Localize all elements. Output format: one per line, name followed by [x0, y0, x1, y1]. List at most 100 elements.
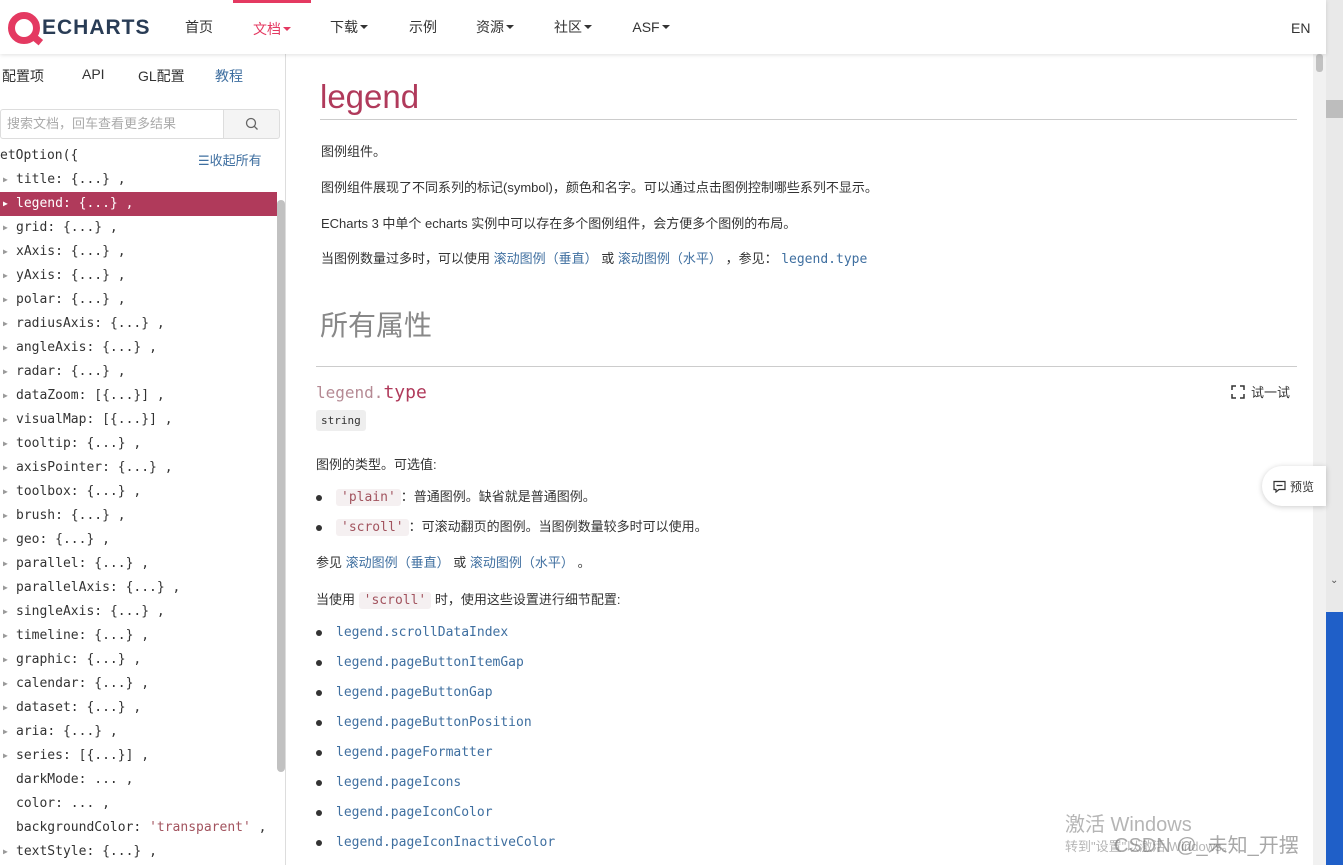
tree-item-toolbox[interactable]: ▶ toolbox: {...} , — [0, 480, 277, 504]
expand-arrow-icon[interactable]: ▶ — [3, 576, 8, 600]
expand-arrow-icon[interactable]: ▶ — [3, 672, 8, 696]
property-link[interactable]: legend.pageIconColor — [336, 805, 493, 820]
tree-item-calendar[interactable]: ▶ calendar: {...} , — [0, 672, 277, 696]
property-link[interactable]: legend.pageIcons — [336, 775, 461, 790]
tree-item-darkMode[interactable]: darkMode: ... , — [0, 768, 277, 792]
search-input[interactable]: 搜索文档，回车查看更多结果 — [0, 109, 224, 139]
scrollbar-thumb[interactable] — [1316, 54, 1323, 72]
expand-arrow-icon[interactable]: ▶ — [3, 192, 8, 216]
property-link[interactable]: legend.pageButtonItemGap — [336, 655, 524, 670]
expand-arrow-icon[interactable]: ▶ — [3, 312, 8, 336]
expand-arrow-icon[interactable]: ▶ — [3, 288, 8, 312]
tab-api[interactable]: API — [82, 66, 105, 82]
tab-gl-option[interactable]: GL配置 — [138, 66, 185, 86]
nav-docs[interactable]: 文档 — [233, 0, 311, 54]
option-sidebar: 配置项 API GL配置 教程 搜索文档，回车查看更多结果 ☰收起所有 etOp… — [0, 54, 286, 865]
expand-arrow-icon[interactable]: ▶ — [3, 480, 8, 504]
chevron-down-icon — [661, 25, 670, 29]
expand-arrow-icon[interactable]: ▶ — [3, 552, 8, 576]
tree-item-dataset[interactable]: ▶ dataset: {...} , — [0, 696, 277, 720]
property-link[interactable]: legend.scrollDataIndex — [336, 625, 508, 640]
preview-button[interactable]: 预览 — [1262, 466, 1326, 506]
expand-arrow-icon[interactable]: ▶ — [3, 744, 8, 768]
tree-item-aria[interactable]: ▶ aria: {...} , — [0, 720, 277, 744]
scroll-intro-pre: 当使用 — [316, 592, 356, 607]
tree-item-key: color — [16, 796, 56, 811]
tree-item-title[interactable]: ▶ title: {...} , — [0, 168, 277, 192]
tree-item-color[interactable]: color: ... , — [0, 792, 277, 816]
tree-item-tooltip[interactable]: ▶ tooltip: {...} , — [0, 432, 277, 456]
tree-item-axisPointer[interactable]: ▶ axisPointer: {...} , — [0, 456, 277, 480]
expand-arrow-icon[interactable]: ▶ — [3, 648, 8, 672]
tree-item-radar[interactable]: ▶ radar: {...} , — [0, 360, 277, 384]
expand-arrow-icon[interactable]: ▶ — [3, 216, 8, 240]
expand-arrow-icon[interactable]: ▶ — [3, 384, 8, 408]
expand-arrow-icon[interactable]: ▶ — [3, 168, 8, 192]
expand-arrow-icon[interactable]: ▶ — [3, 696, 8, 720]
tree-item-backgroundColor[interactable]: backgroundColor: 'transparent' , — [0, 816, 277, 840]
expand-arrow-icon[interactable]: ▶ — [3, 840, 8, 864]
expand-arrow-icon[interactable]: ▶ — [3, 600, 8, 624]
page-scrollbar[interactable] — [1313, 54, 1326, 865]
tree-item-brush[interactable]: ▶ brush: {...} , — [0, 504, 277, 528]
property-link[interactable]: legend.pageFormatter — [336, 745, 493, 760]
tree-item-timeline[interactable]: ▶ timeline: {...} , — [0, 624, 277, 648]
expand-arrow-icon[interactable]: ▶ — [3, 360, 8, 384]
nav-examples[interactable]: 示例 — [392, 0, 454, 54]
see-scroll-horizontal-link[interactable]: 滚动图例（水平） — [470, 555, 574, 570]
list-item: legend.pageIconInactiveColor — [316, 834, 555, 850]
tree-item-geo[interactable]: ▶ geo: {...} , — [0, 528, 277, 552]
expand-arrow-icon[interactable]: ▶ — [3, 264, 8, 288]
tree-item-polar[interactable]: ▶ polar: {...} , — [0, 288, 277, 312]
tab-option[interactable]: 配置项 — [2, 66, 44, 86]
expand-arrow-icon[interactable]: ▶ — [3, 504, 8, 528]
expand-arrow-icon[interactable]: ▶ — [3, 336, 8, 360]
property-link[interactable]: legend.pageIconInactiveColor — [336, 835, 555, 850]
see-scroll-vertical-link[interactable]: 滚动图例（垂直） — [346, 555, 450, 570]
echarts-logo[interactable]: ECHARTS — [8, 12, 151, 44]
list-item: legend.pageButtonItemGap — [316, 654, 524, 670]
tree-item-singleAxis[interactable]: ▶ singleAxis: {...} , — [0, 600, 277, 624]
try-it-button[interactable]: 试一试 — [1231, 382, 1290, 401]
tree-item-textStyle[interactable]: ▶ textStyle: {...} , — [0, 840, 277, 864]
tree-item-parallelAxis[interactable]: ▶ parallelAxis: {...} , — [0, 576, 277, 600]
tree-item-visualMap[interactable]: ▶ visualMap: [{...}] , — [0, 408, 277, 432]
property-link[interactable]: legend.pageButtonPosition — [336, 715, 532, 730]
nav-download[interactable]: 下载 — [318, 0, 380, 54]
scroll-legend-horizontal-link[interactable]: 滚动图例（水平） — [618, 251, 722, 266]
tree-item-legend[interactable]: ▶ legend: {...} , — [0, 192, 277, 216]
expand-arrow-icon[interactable]: ▶ — [3, 624, 8, 648]
bullet — [316, 629, 322, 636]
nav-resources[interactable]: 资源 — [464, 0, 526, 54]
bullet — [316, 494, 322, 501]
tab-tutorial[interactable]: 教程 — [215, 66, 243, 86]
type-badge: string — [316, 410, 366, 431]
expand-arrow-icon[interactable]: ▶ — [3, 720, 8, 744]
nav-home[interactable]: 首页 — [168, 0, 230, 54]
property-link[interactable]: legend.pageButtonGap — [336, 685, 493, 700]
tree-item-radiusAxis[interactable]: ▶ radiusAxis: {...} , — [0, 312, 277, 336]
language-switch[interactable]: EN — [1291, 20, 1310, 36]
tree-item-grid[interactable]: ▶ grid: {...} , — [0, 216, 277, 240]
legend-type-link[interactable]: legend.type — [781, 252, 867, 267]
sidebar-scrollbar[interactable] — [277, 200, 285, 772]
tree-item-xAxis[interactable]: ▶ xAxis: {...} , — [0, 240, 277, 264]
scroll-legend-vertical-link[interactable]: 滚动图例（垂直） — [494, 251, 598, 266]
nav-community[interactable]: 社区 — [542, 0, 604, 54]
desc-4-or: 或 — [601, 251, 615, 266]
tree-item-series[interactable]: ▶ series: [{...}] , — [0, 744, 277, 768]
expand-arrow-icon[interactable]: ▶ — [3, 432, 8, 456]
tree-item-graphic[interactable]: ▶ graphic: {...} , — [0, 648, 277, 672]
tree-item-value: {...} — [70, 244, 110, 259]
tree-item-angleAxis[interactable]: ▶ angleAxis: {...} , — [0, 336, 277, 360]
search-button[interactable] — [223, 109, 280, 139]
tree-item-yAxis[interactable]: ▶ yAxis: {...} , — [0, 264, 277, 288]
tree-item-parallel[interactable]: ▶ parallel: {...} , — [0, 552, 277, 576]
nav-asf[interactable]: ASF — [620, 0, 682, 54]
expand-arrow-icon[interactable]: ▶ — [3, 240, 8, 264]
tree-item-dataZoom[interactable]: ▶ dataZoom: [{...}] , — [0, 384, 277, 408]
edge-panel — [1326, 612, 1343, 865]
expand-arrow-icon[interactable]: ▶ — [3, 408, 8, 432]
expand-arrow-icon[interactable]: ▶ — [3, 456, 8, 480]
expand-arrow-icon[interactable]: ▶ — [3, 528, 8, 552]
